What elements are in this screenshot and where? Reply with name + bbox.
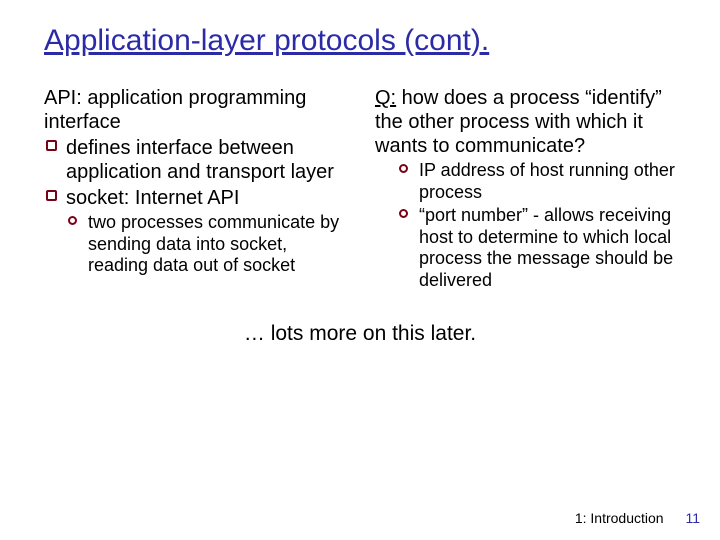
bullet-defines-interface: defines interface between application an… xyxy=(44,136,345,184)
closing-remark: … lots more on this later. xyxy=(44,322,676,346)
footer-page-number: 11 xyxy=(685,510,700,526)
question-label: Q: xyxy=(375,87,396,109)
slide-title: Application-layer protocols (cont). xyxy=(44,24,676,58)
footer: 1: Introduction 11 xyxy=(575,510,700,526)
subbullet-two-processes: two processes communicate by sending dat… xyxy=(66,212,345,277)
api-definition: API: application programming interface xyxy=(44,86,345,134)
subbullet-ip-address: IP address of host running other process xyxy=(397,160,676,203)
left-column: API: application programming interface d… xyxy=(44,86,345,294)
question: Q: how does a process “identify” the oth… xyxy=(375,86,676,158)
right-column: Q: how does a process “identify” the oth… xyxy=(375,86,676,294)
content-columns: API: application programming interface d… xyxy=(44,86,676,294)
footer-chapter: 1: Introduction xyxy=(575,510,664,526)
question-text: how does a process “identify” the other … xyxy=(375,87,662,157)
bullet-socket: socket: Internet API xyxy=(44,186,345,210)
subbullet-port-number: “port number” - allows receiving host to… xyxy=(397,205,676,291)
